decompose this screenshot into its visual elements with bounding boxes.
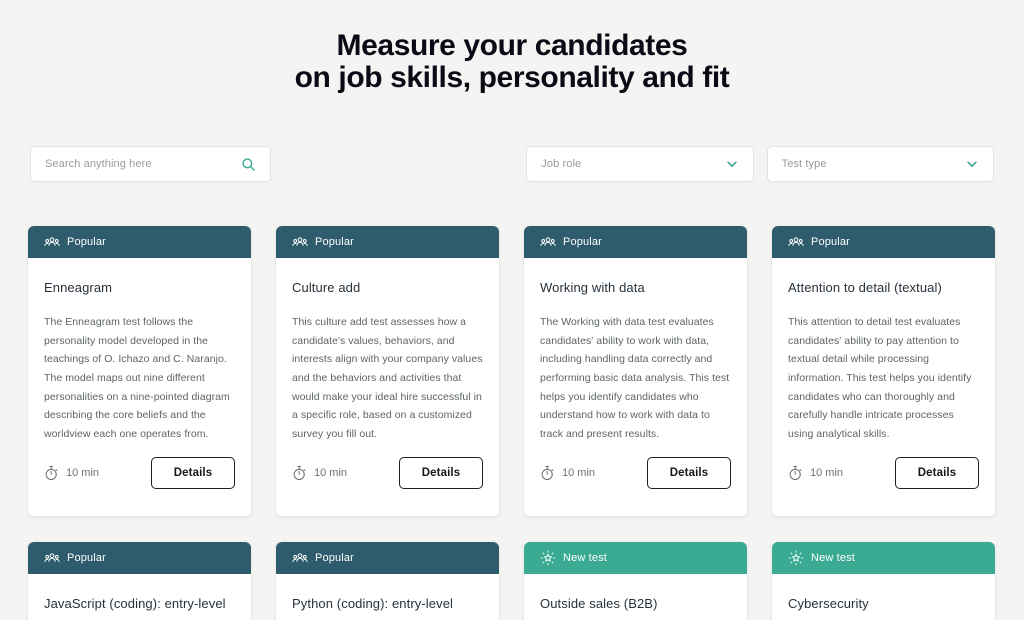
badge-label: Popular [315,552,354,564]
search-input-placeholder: Search anything here [45,158,152,170]
page-title-line-2: on job skills, personality and fit [294,60,730,94]
test-duration: 10 min [292,465,347,481]
test-card-body: Cybersecurity [772,574,995,620]
sparkle-star-icon [788,550,804,566]
badge-popular: Popular [524,226,747,258]
test-card-title: JavaScript (coding): entry-level [44,596,226,611]
test-card-title: Enneagram [44,280,113,295]
people-group-icon [44,550,60,566]
test-card[interactable]: Popular Attention to detail (textual) This… [772,226,995,516]
test-card-title: Outside sales (B2B) [540,596,658,611]
test-card[interactable]: Popular Python (coding): entry-level [276,542,499,620]
test-card[interactable]: New test Outside sales (B2B) [524,542,747,620]
test-card-title: Python (coding): entry-level [292,596,454,611]
test-card[interactable]: Popular JavaScript (coding): entry-level [28,542,251,620]
test-duration: 10 min [788,465,843,481]
test-card-description: The Enneagram test follows the personali… [44,316,230,441]
stopwatch-icon [292,465,307,481]
badge-popular: Popular [276,226,499,258]
filter-bar: Search anything here Job role Test type [0,146,1024,182]
test-card[interactable]: Popular Culture add This culture add test … [276,226,499,516]
badge-label: Popular [315,236,354,248]
badge-popular: Popular [28,226,251,258]
test-card-footer: 10 min Details [28,444,251,516]
page-title-line-1: Measure your candidates [336,29,688,62]
badge-label: New test [563,552,607,564]
test-card-body: Outside sales (B2B) [524,574,747,620]
test-card-body: Working with data The Working with data t… [524,258,747,444]
test-card-body: JavaScript (coding): entry-level [28,574,251,620]
test-card[interactable]: Popular Working with data The Working with… [524,226,747,516]
badge-label: Popular [67,552,106,564]
details-button[interactable]: Details [399,457,483,489]
test-card-title: Attention to detail (textual) [788,280,942,295]
test-card-body: Attention to detail (textual) This attent… [772,258,995,444]
test-card[interactable]: New test Cybersecurity [772,542,995,620]
test-card-title: Cybersecurity [788,596,869,611]
details-button[interactable]: Details [151,457,235,489]
test-card-footer: 10 min Details [524,444,747,516]
people-group-icon [788,234,804,250]
test-type-select-placeholder: Test type [781,158,827,170]
page-title: Measure your candidates on job skills, p… [0,0,1024,93]
test-card-footer: 10 min Details [772,444,995,516]
test-card-footer: 10 min Details [276,444,499,516]
badge-label: Popular [67,236,106,248]
test-type-select[interactable]: Test type [766,146,994,182]
people-group-icon [292,234,308,250]
sparkle-star-icon [540,550,556,566]
test-duration: 10 min [540,465,595,481]
details-button[interactable]: Details [647,457,731,489]
test-card-description: The Working with data test evaluates can… [540,316,730,441]
test-library-page: Measure your candidates on job skills, p… [0,0,1024,620]
test-card[interactable]: Popular Enneagram The Enneagram test follo… [28,226,251,516]
test-card-grid: Popular Enneagram The Enneagram test follo… [28,226,998,620]
details-button[interactable]: Details [895,457,979,489]
test-card-title: Working with data [540,280,645,295]
test-card-body: Culture add This culture add test assesse… [276,258,499,444]
search-input[interactable]: Search anything here [30,146,272,182]
test-card-description: This attention to detail test evaluates … [788,316,972,441]
chevron-down-icon[interactable] [965,157,979,171]
badge-popular: Popular [276,542,499,574]
badge-new-test: New test [524,542,747,574]
badge-label: Popular [811,236,850,248]
test-card-description: This culture add test assesses how a can… [292,316,483,441]
test-duration: 10 min [44,465,99,481]
job-role-select[interactable]: Job role [526,146,754,182]
stopwatch-icon [540,465,555,481]
chevron-down-icon[interactable] [725,157,739,171]
test-card-body: Python (coding): entry-level [276,574,499,620]
test-duration-label: 10 min [810,467,844,479]
badge-popular: Popular [772,226,995,258]
stopwatch-icon [788,465,803,481]
stopwatch-icon [44,465,59,481]
badge-popular: Popular [28,542,251,574]
people-group-icon [292,550,308,566]
badge-new-test: New test [772,542,995,574]
people-group-icon [44,234,60,250]
test-card-body: Enneagram The Enneagram test follows the … [28,258,251,444]
test-card-title: Culture add [292,280,361,295]
badge-label: New test [811,552,855,564]
people-group-icon [540,234,556,250]
badge-label: Popular [563,236,602,248]
test-duration-label: 10 min [562,467,596,479]
test-duration-label: 10 min [66,467,100,479]
test-duration-label: 10 min [314,467,348,479]
job-role-select-placeholder: Job role [541,158,582,170]
search-icon[interactable] [241,157,256,172]
